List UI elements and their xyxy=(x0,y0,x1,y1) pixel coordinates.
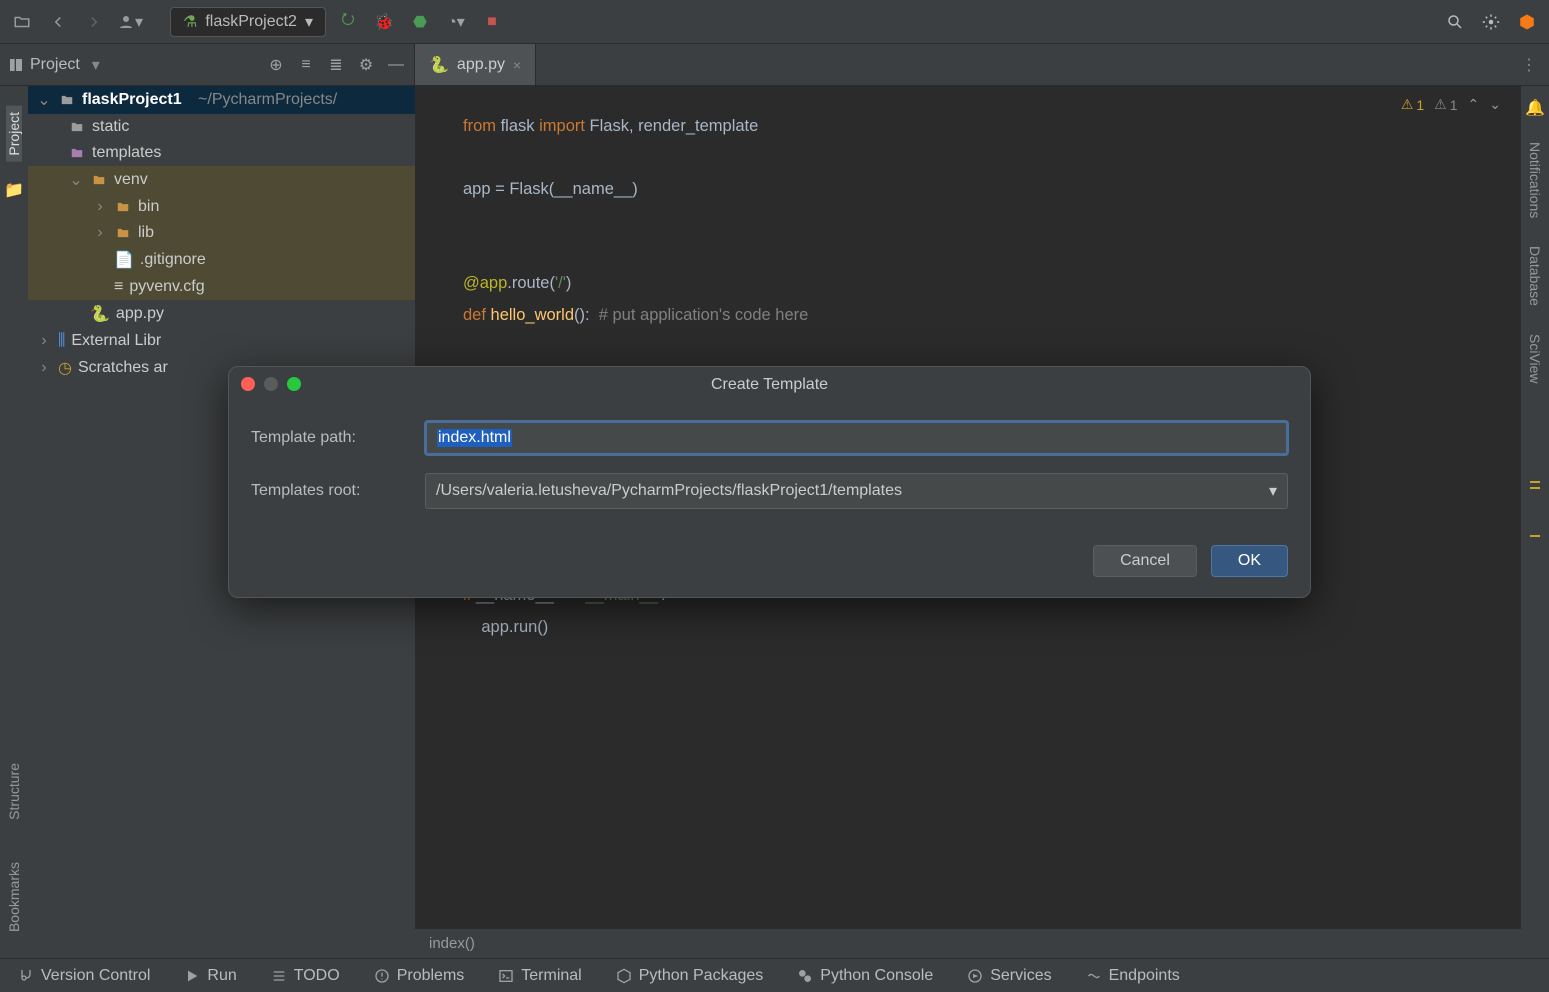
template-path-label: Template path: xyxy=(251,429,425,447)
chevron-down-icon: ▾ xyxy=(1269,481,1277,501)
dialog-titlebar: Create Template xyxy=(229,367,1310,403)
templates-root-label: Templates root: xyxy=(251,482,425,500)
zoom-window-icon[interactable] xyxy=(287,377,301,391)
create-template-dialog: Create Template Template path: index.htm… xyxy=(228,366,1311,598)
minimize-window-icon[interactable] xyxy=(264,377,278,391)
close-window-icon[interactable] xyxy=(241,377,255,391)
cancel-button[interactable]: Cancel xyxy=(1093,545,1197,577)
template-path-input[interactable]: index.html xyxy=(425,421,1288,455)
dialog-title: Create Template xyxy=(711,376,828,394)
templates-root-select[interactable]: /Users/valeria.letusheva/PycharmProjects… xyxy=(425,473,1288,509)
modal-overlay: Create Template Template path: index.htm… xyxy=(0,0,1549,992)
window-controls xyxy=(241,377,301,391)
ok-button[interactable]: OK xyxy=(1211,545,1288,577)
